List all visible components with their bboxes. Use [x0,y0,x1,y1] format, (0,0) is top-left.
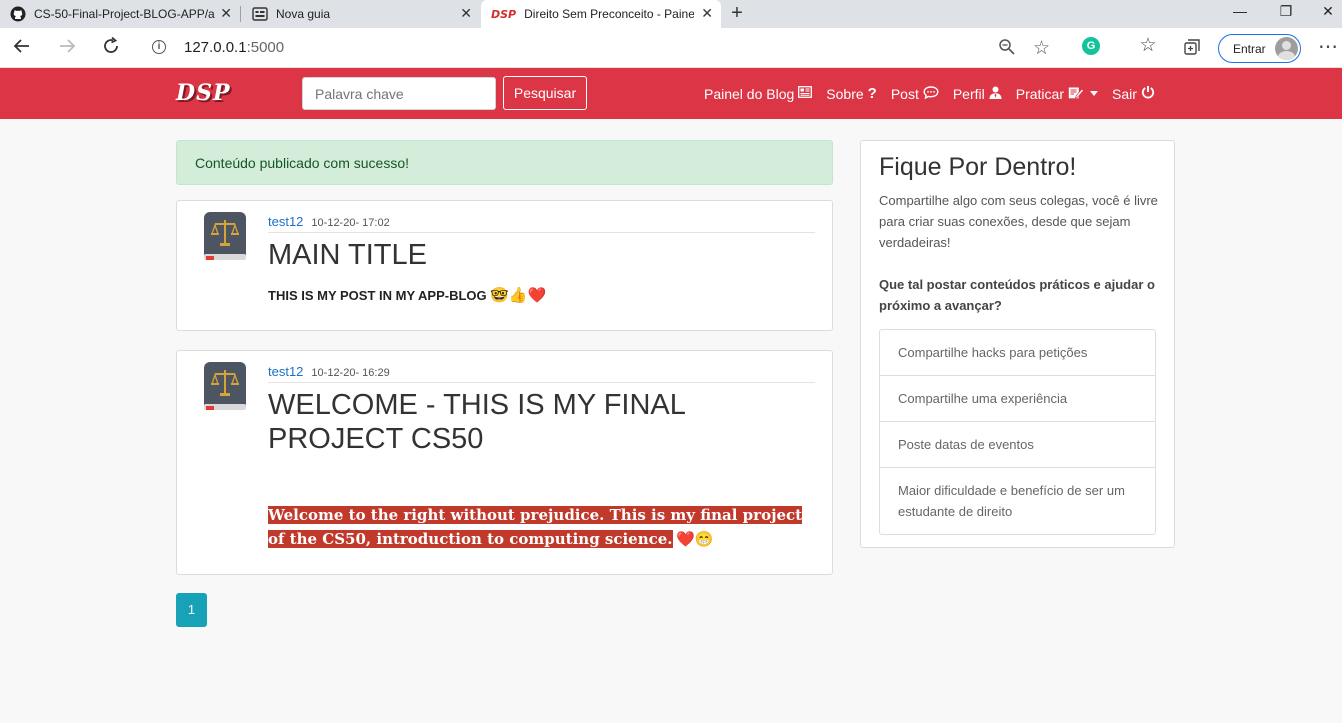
post-body: THIS IS MY POST IN MY APP-BLOG 🤓👍❤️ [268,286,546,304]
browser-tab-bar: CS-50-Final-Project-BLOG-APP/a ✕ Nova gu… [0,0,1342,28]
tab-title: Nova guia [276,7,331,21]
sign-in-button[interactable]: Entrar [1218,34,1301,63]
favorites-list-icon[interactable]: ☆ [1138,34,1158,57]
law-book-scales-icon [204,212,246,260]
edit-document-icon [1068,86,1084,102]
zoom-icon[interactable] [998,38,1016,61]
nav-label: Painel do Blog [704,85,795,102]
close-window-icon[interactable]: ✕ [1318,3,1338,20]
sidebar-item-hacks[interactable]: Compartilhe hacks para petições [880,330,1155,376]
reload-icon [104,36,118,53]
post-title: WELCOME - THIS IS MY FINAL PROJECT CS50 [268,389,685,455]
nav-label: Praticar [1015,85,1064,102]
post-meta: test12 10-12-20- 17:02 [268,214,815,233]
nav-practice-dropdown[interactable]: Praticar [1016,85,1098,102]
address-bar[interactable]: i 127.0.0.1:5000 ☆ [140,34,1070,62]
forward-arrow-icon [60,39,76,53]
power-icon [1141,85,1155,102]
forward-button[interactable] [55,36,79,60]
minimize-icon[interactable]: — [1230,3,1250,19]
alert-message: Conteúdo publicado com sucesso! [195,155,410,171]
nav-about-link[interactable]: Sobre ? [826,85,877,102]
browser-toolbar: i 127.0.0.1:5000 ☆ G ☆ Entrar ⋯ [0,28,1342,68]
site-logo[interactable]: DSP [176,80,231,106]
site-navbar: DSP Pesquisar Painel do Blog Sobre ? Pos… [0,68,1342,119]
favorite-star-icon[interactable]: ☆ [1033,37,1050,60]
back-arrow-icon [13,39,29,53]
sidebar-item-events[interactable]: Poste datas de eventos [880,422,1155,468]
nav-blog-panel-link[interactable]: Painel do Blog [704,85,813,102]
github-icon [10,6,26,22]
post-author-link[interactable]: test12 [268,364,303,379]
sidebar-question: Que tal postar conteúdos práticos e ajud… [879,277,1155,313]
success-alert: Conteúdo publicado com sucesso! [176,140,833,185]
reload-button[interactable] [99,36,123,60]
search-input[interactable] [302,77,496,110]
nav-logout-link[interactable]: Sair [1112,85,1155,102]
pagination-page-button[interactable]: 1 [176,593,207,627]
post-title: MAIN TITLE [268,239,427,271]
grammarly-extension-icon[interactable]: G [1082,37,1100,55]
user-tie-icon [989,86,1002,102]
tab-title: CS-50-Final-Project-BLOG-APP/a [34,7,215,21]
more-menu-icon[interactable]: ⋯ [1318,34,1338,59]
site-info-icon[interactable]: i [152,40,166,54]
browser-tab-active[interactable]: DSP Direito Sem Preconceito - Painel ✕ [481,0,721,28]
sidebar-text: Compartilhe algo com seus colegas, você … [879,193,1158,250]
chevron-down-icon [1089,91,1098,96]
sidebar-item-experience[interactable]: Compartilhe uma experiência [880,376,1155,422]
browser-tab-nova-guia[interactable]: Nova guia ✕ [242,0,480,28]
newtab-page-icon [252,7,268,21]
url-text: 127.0.0.1:5000 [184,39,285,56]
avatar [201,360,249,412]
search-button[interactable]: Pesquisar [503,76,587,110]
newspaper-icon [798,86,813,101]
sidebar-item-difficulty[interactable]: Maior dificuldade e benefício de ser um … [880,468,1155,534]
collections-icon[interactable] [1182,38,1202,61]
close-icon[interactable]: ✕ [460,6,472,20]
post-card: test12 10-12-20- 17:02 MAIN TITLE THIS IS… [176,200,833,331]
tab-separator [240,6,241,22]
back-button[interactable] [10,36,34,60]
nav-label: Post [890,85,919,102]
sidebar-suggestions-list: Compartilhe hacks para petições Comparti… [879,329,1156,535]
tab-title: Direito Sem Preconceito - Painel [524,7,695,21]
sidebar-title: Fique Por Dentro! [879,153,1077,181]
nav-profile-link[interactable]: Perfil [953,85,1002,102]
question-icon: ? [867,85,877,102]
new-tab-button[interactable]: + [727,2,747,25]
profile-avatar-icon [1275,37,1298,60]
post-emoji: ❤️😁 [676,531,714,548]
post-date: 10-12-20- 17:02 [311,217,390,229]
browser-tab-github[interactable]: CS-50-Final-Project-BLOG-APP/a ✕ [0,0,240,28]
post-body-text: THIS IS MY POST IN MY APP-BLOG [268,288,487,303]
nav-post-link[interactable]: Post [891,85,939,102]
post-meta: test12 10-12-20- 16:29 [268,364,815,383]
post-author-link[interactable]: test12 [268,214,303,229]
nav-label: Perfil [952,85,985,102]
close-icon[interactable]: ✕ [701,6,713,20]
comment-icon [923,85,939,102]
nav-label: Sobre [826,85,864,102]
post-body-highlighted-text: Welcome to the right without prejudice. … [268,506,803,548]
sidebar-card: Fique Por Dentro! Compartilhe algo com s… [860,140,1175,548]
close-icon[interactable]: ✕ [220,6,232,20]
nav-links: Painel do Blog Sobre ? Post Perfil Prati… [704,85,1169,102]
law-book-scales-icon [204,362,246,410]
restore-icon[interactable]: ❐ [1276,3,1296,20]
post-emoji: 🤓👍❤️ [490,287,547,304]
dsp-favicon: DSP [491,7,517,21]
post-card: test12 10-12-20- 16:29 WELCOME - THIS IS … [176,350,833,575]
nav-label: Sair [1111,85,1137,102]
post-date: 10-12-20- 16:29 [311,367,390,379]
avatar [201,210,249,262]
post-body: Welcome to the right without prejudice. … [268,503,813,551]
